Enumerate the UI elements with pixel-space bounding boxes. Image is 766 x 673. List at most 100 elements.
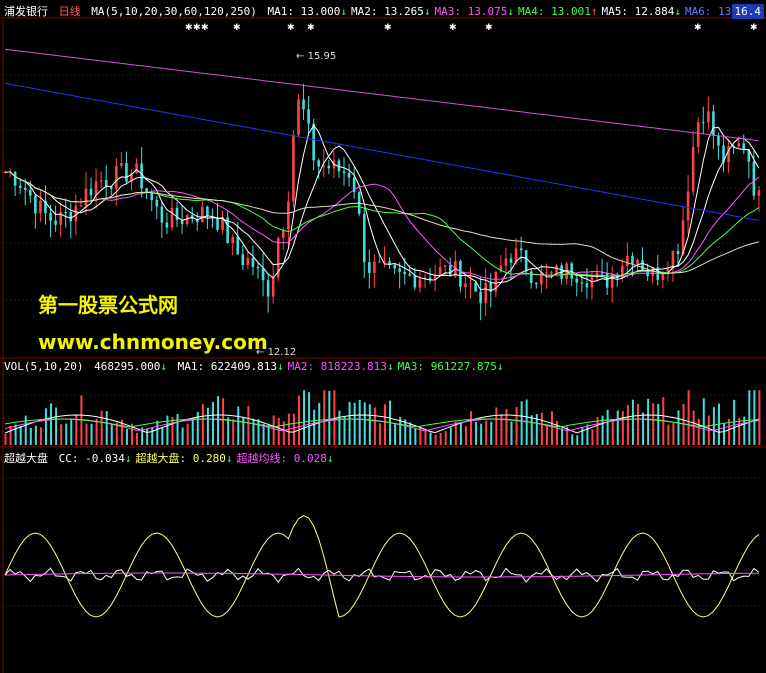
- candle-body: [504, 258, 508, 266]
- candle-body: [479, 291, 482, 304]
- volume-bar: [621, 411, 624, 445]
- volume-bar: [652, 403, 655, 445]
- vol-ma-values: MA1: 622409.813↓ MA2: 818223.813↓ MA3: 961…: [178, 360, 508, 373]
- candle-body: [120, 163, 123, 166]
- ma-arrow: ↓: [507, 5, 514, 18]
- volume-bar: [485, 420, 488, 445]
- volume-bar: [19, 425, 22, 445]
- candle-body: [631, 255, 634, 265]
- volume-bar: [161, 427, 164, 445]
- ind-1: CC: -0.034↓: [59, 452, 132, 465]
- indicator-values: CC: -0.034↓ 超越大盘: 0.280↓ 超越均线: 0.028↓: [59, 452, 338, 465]
- volume-bar: [702, 398, 705, 445]
- signal-marker: ✱: [193, 23, 201, 33]
- volume-bar: [561, 428, 564, 445]
- vol-ma-arrow: ↓: [386, 360, 394, 373]
- stock-name[interactable]: 浦发银行: [4, 5, 48, 18]
- volume-bar: [247, 406, 250, 445]
- volume-bar: [606, 409, 609, 445]
- candle-body: [312, 123, 315, 161]
- volume-bar: [323, 390, 326, 445]
- volume-bar: [9, 426, 12, 445]
- vol-ma-arrow: ↓: [496, 360, 504, 373]
- volume-bar: [368, 404, 371, 445]
- volume-bar: [712, 407, 715, 445]
- volume-bar: [657, 404, 660, 445]
- candle-body: [605, 272, 609, 288]
- volume-bar: [186, 423, 189, 445]
- ma30-line: [4, 171, 760, 277]
- candle-body: [545, 272, 548, 274]
- ma250-line: [4, 48, 759, 142]
- candle-body: [236, 236, 240, 255]
- signal-marker: ✱: [233, 23, 241, 33]
- volume-bar: [586, 424, 589, 445]
- volume-bar: [166, 415, 169, 445]
- indicator-yellow-line: [4, 515, 760, 618]
- volume-bar: [495, 407, 498, 445]
- volume-bar: [373, 407, 376, 445]
- candle-body: [150, 192, 154, 200]
- candle-body: [241, 254, 245, 266]
- candle-body: [590, 277, 594, 288]
- candle-body: [717, 135, 720, 146]
- volume-bar: [611, 419, 614, 445]
- ma-label: MA6:: [684, 5, 719, 18]
- volume-bar: [303, 390, 306, 445]
- ind-value: 0.280: [192, 452, 226, 465]
- volume-bar: [232, 419, 235, 445]
- volume-bar: [14, 424, 17, 445]
- ma-arrow: ↓: [674, 5, 681, 18]
- volume-bar: [171, 417, 174, 445]
- volume-bar: [631, 399, 634, 445]
- ma-arrow: ↓: [340, 5, 347, 18]
- candle-body: [712, 111, 715, 136]
- ma10-line: [4, 137, 760, 284]
- volume-bar: [550, 411, 553, 445]
- candle-body: [362, 213, 366, 263]
- ma-label: MA3:: [434, 5, 468, 18]
- candle-body: [125, 163, 128, 182]
- candle-body: [585, 283, 589, 288]
- volume-bar: [70, 418, 73, 445]
- high-price-annotation: ← 15.95: [296, 51, 337, 62]
- candle-body: [216, 218, 219, 230]
- volume-bar: [348, 401, 351, 445]
- period-label[interactable]: 日线: [59, 5, 81, 18]
- volume-bar: [333, 390, 336, 445]
- candle-body: [261, 268, 265, 281]
- ma60-line: [4, 171, 760, 274]
- volume-bar: [394, 423, 397, 445]
- signal-marker: ✱: [449, 23, 457, 33]
- volume-bar: [475, 422, 478, 445]
- ma-2: MA2: 13.265↓: [351, 5, 431, 18]
- candle-body: [135, 163, 138, 174]
- signal-marker: ✱: [201, 23, 209, 33]
- candle-body: [707, 111, 710, 123]
- volume-bar: [85, 423, 88, 445]
- volume-bar: [480, 423, 483, 445]
- indicator-name: 超越大盘: [4, 452, 48, 465]
- ma-5: MA5: 12.884↓: [601, 5, 681, 18]
- signal-marker: ✱: [384, 23, 392, 33]
- price-panel-header: 浦发银行 日线 MA(5,10,20,30,60,120,250) MA1: 1…: [4, 3, 766, 19]
- candle-body: [636, 260, 639, 265]
- candle-body: [165, 222, 169, 228]
- candle-body: [347, 172, 351, 178]
- ma-label: MA5:: [601, 5, 635, 18]
- volume-bar: [297, 395, 300, 445]
- volume-bar: [110, 424, 113, 445]
- watermark-url[interactable]: www.chnmoney.com: [38, 330, 268, 354]
- volume-bar: [748, 390, 751, 445]
- volume-bar: [439, 433, 442, 445]
- candle-body: [297, 99, 300, 135]
- volume-bar: [222, 398, 225, 445]
- volume-bar: [692, 410, 695, 445]
- volume-bar: [24, 415, 27, 445]
- vol-ma-value: 961227.875: [430, 360, 497, 373]
- volume-bar: [95, 418, 98, 445]
- volume-bar: [414, 428, 417, 445]
- ind-value: 0.028: [293, 452, 327, 465]
- candle-body: [368, 262, 371, 273]
- vol-ma-value: 818223.813: [320, 360, 387, 373]
